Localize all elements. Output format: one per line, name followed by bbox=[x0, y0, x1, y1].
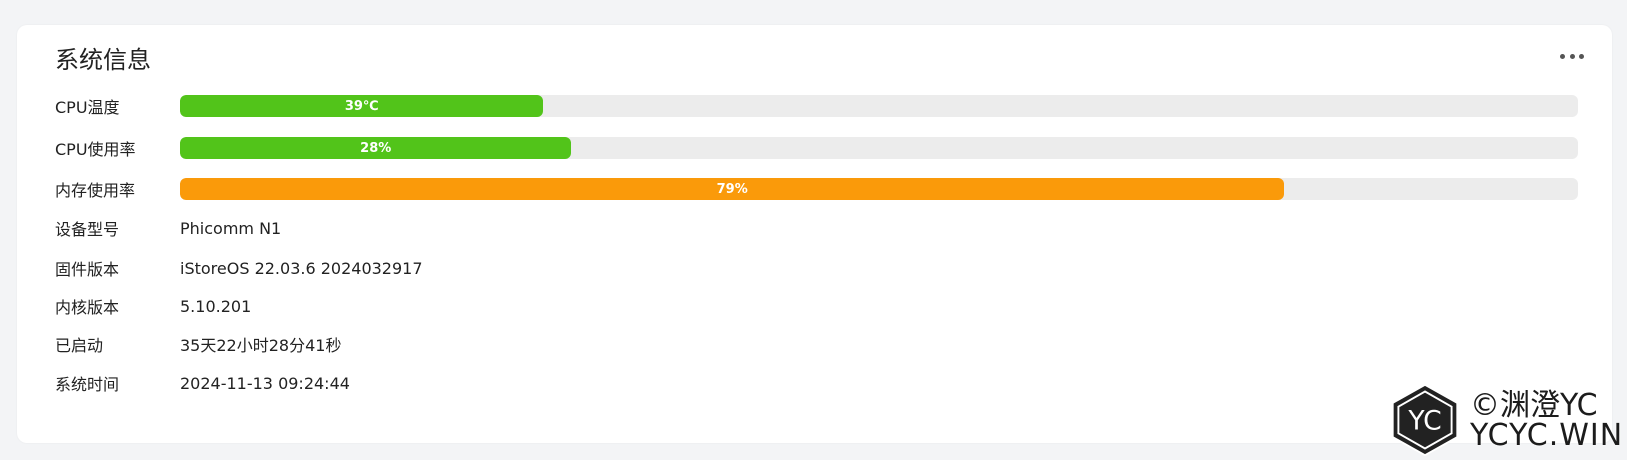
system-time-value: 2024-11-13 09:24:44 bbox=[180, 373, 350, 393]
system-time-label: 系统时间 bbox=[55, 375, 120, 394]
device-model-label: 设备型号 bbox=[55, 220, 120, 239]
kernel-version-label: 内核版本 bbox=[55, 298, 120, 317]
card-title: 系统信息 bbox=[55, 46, 151, 74]
cpu-usage-row: CPU使用率 28% bbox=[55, 137, 1595, 159]
memory-usage-bar: 79% bbox=[180, 178, 1578, 200]
cpu-usage-bar: 28% bbox=[180, 137, 1578, 159]
uptime-row: 已启动 35天22小时28分41秒 bbox=[55, 333, 1595, 355]
memory-usage-fill: 79% bbox=[180, 178, 1285, 200]
firmware-version-row: 固件版本 iStoreOS 22.03.6 2024032917 bbox=[55, 257, 1595, 280]
system-time-row: 系统时间 2024-11-13 09:24:44 bbox=[55, 372, 1595, 395]
firmware-version-label: 固件版本 bbox=[55, 260, 120, 279]
cpu-temperature-bar: 39℃ bbox=[180, 95, 1578, 117]
cpu-usage-fill: 28% bbox=[180, 137, 572, 159]
watermark: YC ©渊澄YC YCYC.WIN bbox=[1386, 380, 1626, 460]
firmware-version-value: iStoreOS 22.03.6 2024032917 bbox=[180, 258, 423, 278]
device-model-value: Phicomm N1 bbox=[180, 218, 282, 238]
memory-usage-row: 内存使用率 79% bbox=[55, 178, 1595, 200]
system-info-card: 系统信息 CPU温度 39℃ CPU使用率 28% 内存使用率 79% 设备型号… bbox=[17, 25, 1612, 443]
cpu-temperature-row: CPU温度 39℃ bbox=[55, 95, 1595, 117]
more-options-icon[interactable] bbox=[1560, 50, 1584, 62]
device-model-row: 设备型号 Phicomm N1 bbox=[55, 217, 1595, 240]
watermark-site: YCYC.WIN bbox=[1470, 418, 1624, 453]
uptime-value: 35天22小时28分41秒 bbox=[180, 336, 342, 355]
yc-logo-icon: YC bbox=[1391, 383, 1459, 457]
kernel-version-value: 5.10.201 bbox=[180, 296, 252, 316]
memory-usage-label: 内存使用率 bbox=[55, 181, 136, 200]
cpu-usage-label: CPU使用率 bbox=[55, 140, 136, 159]
kernel-version-row: 内核版本 5.10.201 bbox=[55, 295, 1595, 318]
uptime-label: 已启动 bbox=[55, 336, 104, 355]
cpu-temperature-fill: 39℃ bbox=[180, 95, 544, 117]
logo-text: YC bbox=[1407, 406, 1441, 437]
cpu-temperature-label: CPU温度 bbox=[55, 98, 120, 117]
